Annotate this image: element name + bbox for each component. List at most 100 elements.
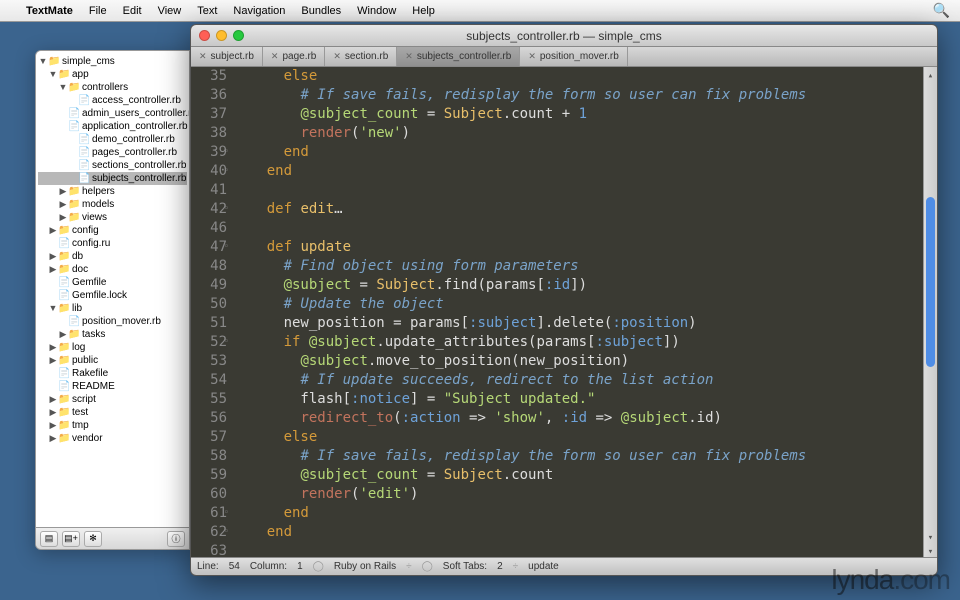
status-line[interactable]: 54 <box>229 561 240 572</box>
tree-item[interactable]: 📄demo_controller.rb <box>38 133 187 146</box>
menu-text[interactable]: Text <box>197 5 217 17</box>
disclosure-arrow-icon[interactable]: ▶ <box>58 211 68 224</box>
close-tab-icon[interactable]: ✕ <box>199 51 207 62</box>
tree-item[interactable]: ▶📁tasks <box>38 328 187 341</box>
tree-item[interactable]: 📄admin_users_controller.rb <box>38 107 187 120</box>
drawer-btn-1[interactable]: ▤ <box>40 531 58 547</box>
line-number[interactable]: 48 <box>191 257 227 276</box>
line-number[interactable]: 49 <box>191 276 227 295</box>
gutter[interactable]: 3536373839◦40◦4142◦4647◦4849505152◦53545… <box>191 67 233 557</box>
tree-item[interactable]: 📄subjects_controller.rb <box>38 172 187 185</box>
tree-item[interactable]: ▶📁helpers <box>38 185 187 198</box>
line-number[interactable]: 38 <box>191 124 227 143</box>
tree-item[interactable]: ▶📁db <box>38 250 187 263</box>
line-number[interactable]: 37 <box>191 105 227 124</box>
disclosure-arrow-icon[interactable]: ▼ <box>58 81 68 94</box>
disclosure-arrow-icon[interactable]: ▶ <box>48 406 58 419</box>
code-line[interactable]: # If save fails, redisplay the form so u… <box>233 447 923 466</box>
disclosure-arrow-icon[interactable]: ▶ <box>48 419 58 432</box>
menu-view[interactable]: View <box>158 5 182 17</box>
code-line[interactable] <box>233 181 923 200</box>
line-number[interactable]: 46 <box>191 219 227 238</box>
line-number[interactable]: 39◦ <box>191 143 227 162</box>
code-line[interactable]: redirect_to(:action => 'show', :id => @s… <box>233 409 923 428</box>
fold-marker-icon[interactable]: ◦ <box>224 523 229 542</box>
status-symbol[interactable]: update <box>528 561 559 572</box>
titlebar[interactable]: subjects_controller.rb — simple_cms <box>191 25 937 47</box>
tree-item[interactable]: ▶📁config <box>38 224 187 237</box>
spotlight-icon[interactable]: 🔍 <box>933 2 950 19</box>
status-col[interactable]: 1 <box>297 561 303 572</box>
code-line[interactable]: end <box>233 504 923 523</box>
tab[interactable]: ✕page.rb <box>263 47 325 66</box>
code-line[interactable] <box>233 542 923 557</box>
line-number[interactable]: 50 <box>191 295 227 314</box>
line-number[interactable]: 57 <box>191 428 227 447</box>
recording-icon[interactable]: ◯ <box>313 561 324 572</box>
line-number[interactable]: 55 <box>191 390 227 409</box>
line-number[interactable]: 63 <box>191 542 227 557</box>
line-number[interactable]: 52◦ <box>191 333 227 352</box>
close-tab-icon[interactable]: ✕ <box>333 51 341 62</box>
code-line[interactable]: if @subject.update_attributes(params[:su… <box>233 333 923 352</box>
menu-file[interactable]: File <box>89 5 107 17</box>
code-line[interactable]: # If save fails, redisplay the form so u… <box>233 86 923 105</box>
fold-marker-icon[interactable]: ◦ <box>224 162 229 181</box>
scroll-down-icon[interactable]: ▾ <box>924 529 937 543</box>
disclosure-arrow-icon[interactable]: ▼ <box>48 302 58 315</box>
code-line[interactable]: # Update the object <box>233 295 923 314</box>
tree-item[interactable]: ▶📁doc <box>38 263 187 276</box>
disclosure-arrow-icon[interactable]: ▶ <box>48 393 58 406</box>
line-number[interactable]: 58 <box>191 447 227 466</box>
scroll-down-icon-2[interactable]: ▾ <box>924 543 937 557</box>
disclosure-arrow-icon[interactable]: ▶ <box>48 341 58 354</box>
line-number[interactable]: 56 <box>191 409 227 428</box>
code-line[interactable]: else <box>233 428 923 447</box>
line-number[interactable]: 36 <box>191 86 227 105</box>
disclosure-arrow-icon[interactable]: ▶ <box>58 198 68 211</box>
code-line[interactable]: end <box>233 162 923 181</box>
disclosure-arrow-icon[interactable]: ▼ <box>48 68 58 81</box>
drawer-btn-3[interactable]: ✻ <box>84 531 102 547</box>
menu-navigation[interactable]: Navigation <box>233 5 285 17</box>
tree-item[interactable]: 📄Gemfile.lock <box>38 289 187 302</box>
drawer-btn-2[interactable]: ▤+ <box>62 531 80 547</box>
app-name[interactable]: TextMate <box>26 5 73 17</box>
menu-help[interactable]: Help <box>412 5 435 17</box>
code-line[interactable]: def update <box>233 238 923 257</box>
tree-item[interactable]: ▶📁log <box>38 341 187 354</box>
status-tabs[interactable]: 2 <box>497 561 503 572</box>
menu-window[interactable]: Window <box>357 5 396 17</box>
code-line[interactable]: @subject = Subject.find(params[:id]) <box>233 276 923 295</box>
scrollbar-thumb[interactable] <box>926 197 935 367</box>
line-number[interactable]: 60 <box>191 485 227 504</box>
status-lang[interactable]: Ruby on Rails <box>334 561 396 572</box>
code-line[interactable]: new_position = params[:subject].delete(:… <box>233 314 923 333</box>
code-line[interactable]: end <box>233 143 923 162</box>
line-number[interactable]: 41 <box>191 181 227 200</box>
tree-item[interactable]: ▼📁simple_cms <box>38 55 187 68</box>
tree-item[interactable]: ▼📁controllers <box>38 81 187 94</box>
disclosure-arrow-icon[interactable]: ▶ <box>58 328 68 341</box>
tree-item[interactable]: ▶📁test <box>38 406 187 419</box>
tree-item[interactable]: 📄Rakefile <box>38 367 187 380</box>
close-tab-icon[interactable]: ✕ <box>271 51 279 62</box>
code-line[interactable]: flash[:notice] = "Subject updated." <box>233 390 923 409</box>
line-number[interactable]: 35 <box>191 67 227 86</box>
scroll-up-icon[interactable]: ▴ <box>924 67 937 81</box>
tab[interactable]: ✕subject.rb <box>191 47 263 66</box>
code-line[interactable]: @subject.move_to_position(new_position) <box>233 352 923 371</box>
disclosure-arrow-icon[interactable]: ▶ <box>48 250 58 263</box>
disclosure-arrow-icon[interactable]: ▶ <box>48 263 58 276</box>
close-tab-icon[interactable]: ✕ <box>528 51 536 62</box>
recording-icon-2[interactable]: ◯ <box>422 561 433 572</box>
fold-marker-icon[interactable]: ◦ <box>224 238 229 257</box>
disclosure-arrow-icon[interactable]: ▶ <box>48 354 58 367</box>
drawer-btn-info[interactable]: ⓘ <box>167 531 185 547</box>
disclosure-arrow-icon[interactable]: ▶ <box>48 224 58 237</box>
tree-item[interactable]: ▶📁tmp <box>38 419 187 432</box>
tree-item[interactable]: 📄application_controller.rb <box>38 120 187 133</box>
disclosure-arrow-icon[interactable]: ▶ <box>58 185 68 198</box>
tree-item[interactable]: 📄position_mover.rb <box>38 315 187 328</box>
fold-marker-icon[interactable]: ◦ <box>224 200 229 219</box>
